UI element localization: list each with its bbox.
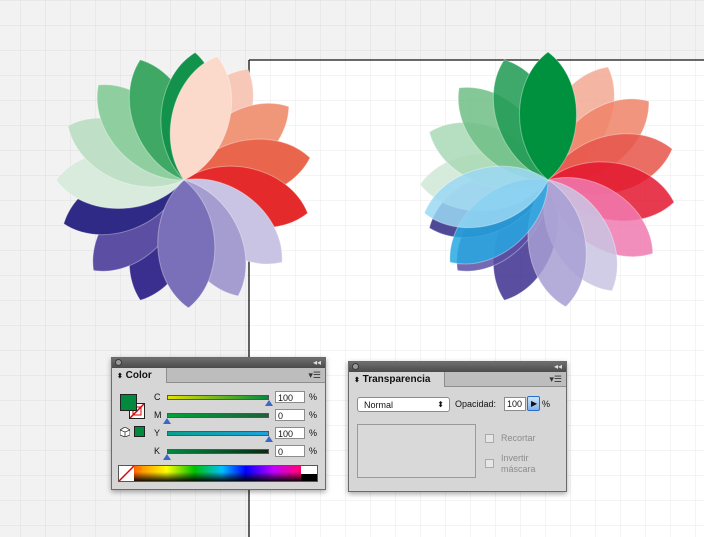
tab-arrows-icon: ⬍ — [354, 377, 360, 384]
tab-transparency[interactable]: ⬍ Transparencia — [349, 372, 446, 387]
slider-thumb-icon[interactable] — [163, 454, 171, 460]
channel-value-field[interactable]: 100 — [275, 391, 305, 403]
clip-checkbox[interactable] — [485, 434, 494, 443]
clip-label: Recortar — [501, 433, 536, 443]
transparency-panel-tabrow: ⬍ Transparencia ▾☰ — [349, 372, 566, 387]
opacity-slider-button[interactable]: ▶ — [527, 396, 540, 411]
channel-value: 100 — [278, 429, 294, 439]
blend-mode-value: Normal — [364, 400, 394, 410]
channel-value-field[interactable]: 100 — [275, 427, 305, 439]
channel-label: C — [154, 392, 161, 402]
slider-row-y: Y 100% — [112, 427, 325, 442]
channel-unit: % — [309, 446, 318, 456]
channel-value: 0 — [278, 447, 284, 457]
black-swatch[interactable] — [301, 474, 317, 481]
invert-mask-label-line2: máscara — [501, 464, 536, 474]
tab-color-label: Color — [125, 370, 152, 381]
close-icon[interactable] — [115, 359, 122, 366]
channel-label: K — [154, 446, 161, 456]
invert-mask-checkbox[interactable] — [485, 459, 494, 468]
blend-mode-select[interactable]: Normal ⬍ — [357, 397, 450, 412]
channel-value: 100 — [278, 393, 294, 403]
white-swatch[interactable] — [301, 466, 317, 474]
fill-swatch[interactable] — [120, 394, 137, 411]
channel-unit: % — [309, 428, 318, 438]
slider-thumb-icon[interactable] — [265, 436, 273, 442]
opacity-field[interactable]: 100 — [504, 397, 526, 411]
channel-slider-track[interactable] — [167, 431, 269, 436]
channel-slider-track[interactable] — [167, 413, 269, 418]
transparency-panel-titlebar[interactable]: ◂◂ — [349, 362, 566, 372]
color-panel-tabrow: ⬍ Color ▾☰ — [112, 368, 325, 383]
channel-slider-track[interactable] — [167, 395, 269, 400]
tab-arrows-icon: ⬍ — [117, 373, 123, 380]
select-arrows-icon: ⬍ — [437, 400, 444, 409]
none-swatch[interactable] — [119, 466, 134, 481]
collapse-icon[interactable]: ◂◂ — [313, 358, 321, 368]
color-spectrum-bar[interactable] — [118, 465, 318, 482]
channel-label: M — [154, 410, 162, 420]
slider-row-m: M 0% — [112, 409, 325, 424]
slider-thumb-icon[interactable] — [163, 418, 171, 424]
channel-unit: % — [309, 410, 318, 420]
channel-value-field[interactable]: 0 — [275, 409, 305, 421]
channel-unit: % — [309, 392, 318, 402]
opacity-value: 100 — [507, 399, 523, 409]
close-icon[interactable] — [352, 363, 359, 370]
channel-value: 0 — [278, 411, 284, 421]
play-arrow-icon: ▶ — [531, 399, 538, 408]
slider-thumb-icon[interactable] — [265, 400, 273, 406]
tab-transparency-label: Transparencia — [362, 374, 431, 385]
opacity-unit: % — [542, 399, 551, 409]
tab-color[interactable]: ⬍ Color — [112, 368, 167, 383]
slider-row-c: C 100% — [112, 391, 325, 406]
channel-slider-track[interactable] — [167, 449, 269, 454]
collapse-icon[interactable]: ◂◂ — [554, 362, 562, 372]
panel-menu-icon[interactable]: ▾☰ — [308, 369, 321, 381]
mask-thumbnail[interactable] — [357, 424, 476, 478]
channel-value-field[interactable]: 0 — [275, 445, 305, 457]
channel-label: Y — [154, 428, 161, 438]
transparency-panel: ◂◂ ⬍ Transparencia ▾☰ Normal ⬍ Opacidad:… — [348, 361, 567, 492]
slider-row-k: K 0% — [112, 445, 325, 460]
panel-menu-icon[interactable]: ▾☰ — [549, 373, 562, 385]
color-panel: ◂◂ ⬍ Color ▾☰ C 100% M 0% Y 100% K 0% — [111, 357, 326, 490]
invert-mask-label-line1: Invertir — [501, 453, 529, 463]
color-panel-titlebar[interactable]: ◂◂ — [112, 358, 325, 368]
opacity-label: Opacidad: — [455, 399, 497, 409]
